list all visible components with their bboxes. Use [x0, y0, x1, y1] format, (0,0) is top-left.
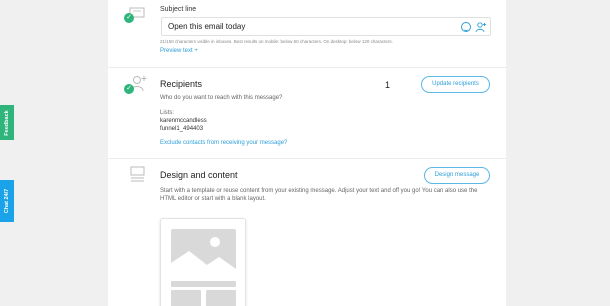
list-item: karenmccandless — [160, 118, 207, 124]
recipients-complete-check-icon: ✓ — [124, 84, 134, 94]
design-description: Start with a template or reuse content f… — [160, 188, 478, 202]
template-block — [206, 290, 236, 306]
template-block — [171, 290, 201, 306]
subject-label: Subject line — [160, 6, 197, 13]
recipients-section: ✓ Recipients 1 Update recipients Who do … — [108, 68, 506, 159]
design-message-button[interactable]: Design message — [424, 167, 490, 184]
template-text-bar — [171, 281, 236, 287]
feedback-tab-label: Feedback — [4, 109, 10, 136]
design-section: Design and content Design message Start … — [108, 159, 506, 306]
preview-text-link[interactable]: Preview text + — [160, 48, 198, 54]
design-layout-icon — [130, 166, 145, 182]
recipients-description: Who do you want to reach with this messa… — [160, 95, 283, 101]
message-settings-card: ✓ Subject line Open this email today 21/… — [108, 0, 506, 306]
subject-input[interactable]: Open this email today — [161, 17, 491, 36]
subject-complete-check-icon: ✓ — [124, 13, 134, 23]
image-placeholder-icon — [171, 237, 236, 274]
lists-label: Lists: — [160, 110, 175, 116]
chat-tab[interactable]: Chat 24/7 — [0, 180, 14, 222]
feedback-tab[interactable]: Feedback — [0, 105, 14, 140]
update-recipients-button[interactable]: Update recipients — [421, 76, 490, 93]
list-item: funnel1_494403 — [160, 126, 204, 132]
design-title: Design and content — [160, 170, 238, 180]
subject-section: ✓ Subject line Open this email today 21/… — [108, 0, 506, 68]
emoji-icon[interactable] — [461, 22, 471, 32]
recipients-title: Recipients — [160, 79, 203, 89]
template-thumbnail[interactable] — [160, 218, 246, 306]
chat-tab-label: Chat 24/7 — [4, 188, 10, 214]
recipients-count: 1 — [385, 80, 391, 90]
subject-hint: 21/150 characters visible in inboxes. Be… — [160, 39, 393, 44]
template-image-placeholder — [171, 229, 236, 274]
exclude-contacts-link[interactable]: Exclude contacts from receiving your mes… — [160, 140, 287, 146]
subject-input-value: Open this email today — [168, 22, 246, 31]
personalize-icon[interactable] — [475, 21, 487, 33]
